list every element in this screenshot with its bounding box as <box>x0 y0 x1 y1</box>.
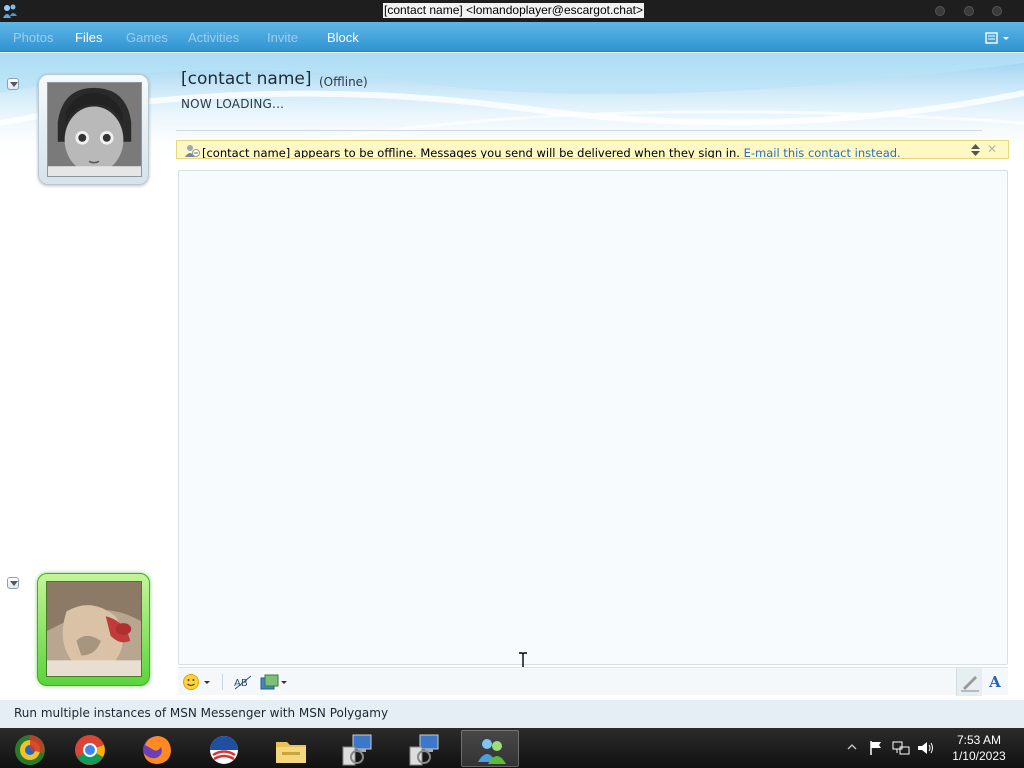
taskbar-chrome[interactable] <box>60 730 118 767</box>
send-picture-icon[interactable] <box>260 673 288 691</box>
chrome-icon <box>75 735 105 765</box>
emoticon-icon[interactable] <box>182 673 212 691</box>
action-center-flag-icon[interactable] <box>868 740 884 756</box>
menu-activities[interactable]: Activities <box>188 30 239 45</box>
contact-name: [contact name] <box>181 69 312 89</box>
conversation-history-pane[interactable] <box>178 170 1008 669</box>
header-divider <box>176 130 982 131</box>
taskbar-network-tool-2[interactable] <box>395 730 453 767</box>
chevron-down-icon <box>10 581 18 586</box>
start-orb[interactable] <box>0 730 58 767</box>
own-avatar-image <box>46 581 142 677</box>
toolbar-separator <box>222 674 223 690</box>
contact-display-picture[interactable] <box>38 74 149 185</box>
offline-contact-icon <box>185 145 200 157</box>
network-icon[interactable] <box>892 740 910 756</box>
offline-notice-text: [contact name] appears to be offline. Me… <box>202 146 740 159</box>
handwriting-mode-button[interactable] <box>956 668 982 696</box>
show-hidden-icons-icon[interactable] <box>846 742 858 752</box>
obama-logo-icon <box>210 736 238 764</box>
menu-block[interactable]: Block <box>327 30 359 45</box>
taskbar-obama-logo-app[interactable] <box>194 730 252 767</box>
offline-info-bar: [contact name] appears to be offline. Me… <box>176 140 1009 159</box>
folder-icon <box>276 742 306 763</box>
menu-games[interactable]: Games <box>126 30 168 45</box>
messenger-buddies-icon <box>478 739 506 764</box>
collapse-own-picture-button[interactable] <box>7 577 19 589</box>
network-computer-icon <box>409 734 439 766</box>
firefox-icon <box>143 736 171 764</box>
taskbar-network-tool-1[interactable] <box>328 730 386 767</box>
title-bar: [contact name] <lomandoplayer@escargot.c… <box>0 0 1024 22</box>
menu-files[interactable]: Files <box>75 30 102 45</box>
conversation-window: [contact name] (Offline) NOW LOADING... … <box>0 53 1024 700</box>
window-title: [contact name] <lomandoplayer@escargot.c… <box>383 3 644 18</box>
own-display-picture[interactable] <box>37 573 150 686</box>
windows-taskbar: 7:53 AM 1/10/2023 <box>0 728 1024 768</box>
change-font-icon[interactable]: A <box>986 673 1004 691</box>
email-contact-link[interactable]: E-mail this contact instead. <box>744 146 901 158</box>
collapse-contact-picture-button[interactable] <box>7 78 19 90</box>
contact-avatar-image <box>47 82 142 177</box>
close-button[interactable] <box>992 6 1002 16</box>
status-bar-ad-link[interactable]: Run multiple instances of MSN Messenger … <box>14 706 388 720</box>
status-bar: Run multiple instances of MSN Messenger … <box>0 700 1024 728</box>
contact-status: (Offline) <box>319 75 368 89</box>
chevron-down-icon <box>10 82 18 87</box>
conversation-menu-bar: Photos Files Games Activities Invite Blo… <box>0 22 1024 52</box>
minimize-button[interactable] <box>935 6 945 16</box>
taskbar-windows-live-messenger[interactable] <box>461 730 519 767</box>
taskbar-file-explorer[interactable] <box>261 730 319 767</box>
menu-invite[interactable]: Invite <box>267 30 298 45</box>
menu-photos[interactable]: Photos <box>13 30 53 45</box>
network-computer-icon <box>342 734 372 766</box>
pen-icon <box>961 676 979 692</box>
compose-toolbar: AB A <box>178 667 1008 696</box>
volume-icon[interactable] <box>917 740 935 756</box>
maximize-button[interactable] <box>964 6 974 16</box>
start-orb-icon <box>15 735 45 765</box>
show-menu-icon[interactable] <box>985 30 1013 46</box>
contact-personal-message: NOW LOADING... <box>181 97 285 111</box>
clock-time: 7:53 AM <box>956 733 1002 747</box>
clock-date: 1/10/2023 <box>952 749 1006 763</box>
spell-check-icon[interactable]: AB <box>233 673 253 691</box>
system-clock[interactable]: 7:53 AM 1/10/2023 <box>944 732 1014 764</box>
info-bar-scroll-icon[interactable] <box>971 144 980 156</box>
offline-notice: [contact name] appears to be offline. Me… <box>202 146 901 159</box>
messenger-app-icon[interactable] <box>2 3 18 19</box>
info-bar-close-icon[interactable]: ✕ <box>987 143 997 156</box>
taskbar-firefox[interactable] <box>127 730 185 767</box>
